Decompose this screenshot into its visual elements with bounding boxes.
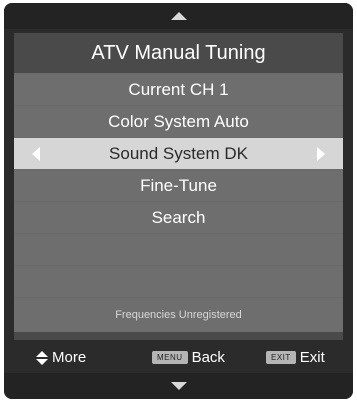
menu-rows: Current CH 1 Color System Auto Sound Sys… bbox=[14, 73, 343, 332]
menu-item-label: Color System Auto bbox=[108, 111, 249, 131]
menu-key: MENU bbox=[152, 351, 188, 364]
menu-item-current-ch[interactable]: Current CH 1 bbox=[14, 73, 343, 105]
menu-title: ATV Manual Tuning bbox=[91, 41, 266, 64]
back-hint[interactable]: MENU Back bbox=[152, 349, 225, 366]
menu-item-label: Fine-Tune bbox=[140, 175, 217, 195]
status-row: Frequencies Unregistered bbox=[14, 297, 343, 332]
tv-menu: ATV Manual Tuning Current CH 1 Color Sys… bbox=[4, 3, 353, 399]
exit-hint[interactable]: EXIT Exit bbox=[266, 349, 325, 366]
exit-label: Exit bbox=[299, 349, 325, 366]
menu-item-label: Current CH 1 bbox=[128, 79, 229, 99]
triangle-up-icon bbox=[170, 12, 187, 20]
triangle-down-icon bbox=[170, 382, 187, 390]
up-down-arrows-icon bbox=[36, 350, 48, 366]
menu-panel: ATV Manual Tuning Current CH 1 Color Sys… bbox=[14, 33, 343, 340]
scroll-down-bar[interactable] bbox=[4, 373, 353, 399]
menu-item-fine-tune[interactable]: Fine-Tune bbox=[14, 169, 343, 201]
scroll-up-bar[interactable] bbox=[4, 3, 353, 29]
more-label: More bbox=[52, 349, 87, 366]
back-label: Back bbox=[191, 349, 225, 366]
more-hint[interactable]: More bbox=[36, 349, 86, 366]
menu-item-empty bbox=[14, 233, 343, 265]
status-text: Frequencies Unregistered bbox=[115, 309, 242, 321]
menu-item-color-system[interactable]: Color System Auto bbox=[14, 105, 343, 137]
exit-key: EXIT bbox=[266, 351, 296, 364]
menu-item-sound-system[interactable]: Sound System DK bbox=[14, 137, 343, 169]
menu-item-search[interactable]: Search bbox=[14, 201, 343, 233]
menu-item-label: Search bbox=[151, 207, 206, 227]
menu-item-empty bbox=[14, 265, 343, 297]
arrow-right-icon[interactable] bbox=[317, 146, 325, 161]
arrow-left-icon[interactable] bbox=[32, 146, 40, 161]
menu-item-label: Sound System DK bbox=[109, 143, 248, 163]
hint-bar: More MENU Back EXIT Exit bbox=[4, 345, 353, 373]
